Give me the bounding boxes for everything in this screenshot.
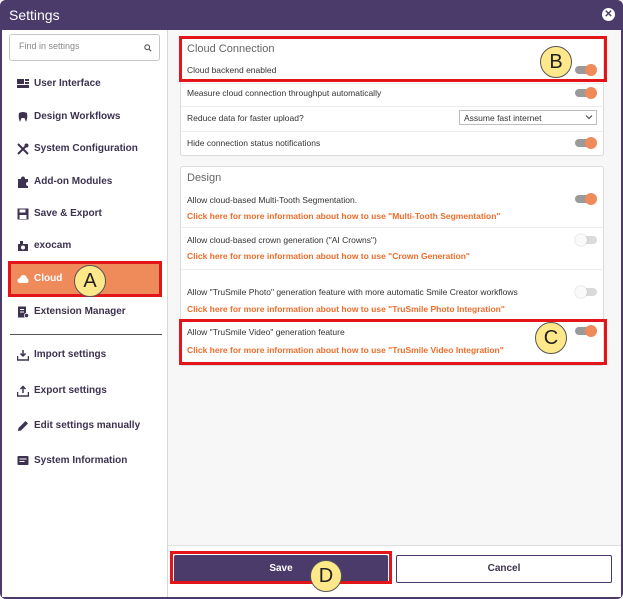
sidebar-item-label: Save & Export	[34, 208, 102, 219]
crown-generation-info-link[interactable]: Click here for more information about ho…	[187, 251, 470, 261]
search-input[interactable]	[19, 41, 139, 51]
sidebar-item-label: Add-on Modules	[34, 176, 113, 187]
measure-throughput-toggle[interactable]	[575, 87, 597, 99]
row-divider	[181, 131, 605, 132]
title-bar: Settings ✕	[0, 0, 623, 30]
row-divider	[181, 269, 605, 270]
tools-icon	[17, 143, 29, 155]
callout-badge-d: D	[310, 560, 342, 592]
info-icon	[17, 456, 29, 465]
dashboard-icon	[17, 79, 29, 88]
settings-content: User Interface Design Workflows System C…	[2, 30, 621, 597]
settings-panel: Cloud Connection Cloud backend enabled M…	[168, 30, 621, 597]
reduce-data-select[interactable]: Assume fast internet	[459, 110, 597, 125]
select-value: Assume fast internet	[464, 113, 542, 123]
settings-window: Settings ✕ User Interface Design Workflo…	[0, 0, 623, 599]
sidebar-item-label: System Configuration	[34, 143, 138, 154]
chevron-down-icon	[585, 115, 593, 120]
pencil-icon	[18, 421, 28, 431]
sidebar-item-add-on-modules[interactable]: Add-on Modules	[10, 167, 162, 197]
highlight-save-button	[170, 551, 392, 584]
sidebar: User Interface Design Workflows System C…	[2, 30, 168, 597]
multi-tooth-toggle[interactable]	[575, 193, 597, 205]
action-label: Import settings	[34, 349, 107, 360]
window-title: Settings	[9, 7, 60, 23]
row-divider	[181, 227, 605, 228]
setting-label: Allow cloud-based Multi-Tooth Segmentati…	[187, 195, 358, 205]
search-box[interactable]	[9, 34, 160, 61]
sidebar-divider	[10, 334, 162, 335]
callout-badge-a: A	[74, 265, 106, 297]
sidebar-item-user-interface[interactable]: User Interface	[10, 69, 162, 99]
sidebar-item-label: User Interface	[34, 78, 101, 89]
sidebar-item-extension-manager[interactable]: Extension Manager	[10, 297, 162, 327]
action-label: Export settings	[34, 385, 107, 396]
section-title: Design	[187, 172, 222, 184]
setting-label: Allow "TruSmile Photo" generation featur…	[187, 287, 518, 297]
import-settings-button[interactable]: Import settings	[10, 340, 162, 370]
trusmile-photo-toggle[interactable]	[575, 286, 597, 298]
sidebar-item-label: Extension Manager	[34, 306, 126, 317]
sidebar-item-design-workflows[interactable]: Design Workflows	[10, 102, 162, 132]
search-icon	[144, 44, 152, 52]
tooth-icon	[18, 112, 28, 122]
edit-settings-manually-button[interactable]: Edit settings manually	[10, 411, 162, 441]
setting-label: Hide connection status notifications	[187, 138, 321, 148]
action-label: Edit settings manually	[34, 420, 141, 431]
sidebar-item-save-export[interactable]: Save & Export	[10, 199, 162, 229]
row-divider	[181, 83, 605, 84]
setting-label: Measure cloud connection throughput auto…	[187, 88, 382, 98]
multi-tooth-info-link[interactable]: Click here for more information about ho…	[187, 211, 500, 221]
camera-icon	[18, 241, 28, 251]
export-settings-button[interactable]: Export settings	[10, 376, 162, 406]
import-icon	[17, 350, 29, 361]
puzzle-icon	[18, 176, 28, 188]
system-information-button[interactable]: System Information	[10, 446, 162, 476]
cancel-button[interactable]: Cancel	[396, 555, 612, 583]
extension-icon	[18, 306, 29, 318]
setting-label: Reduce data for faster upload?	[187, 113, 304, 123]
sidebar-item-label: Design Workflows	[34, 111, 121, 122]
export-icon	[17, 385, 29, 397]
sidebar-item-system-configuration[interactable]: System Configuration	[10, 134, 162, 164]
setting-label: Allow cloud-based crown generation ("AI …	[187, 235, 377, 245]
close-icon[interactable]: ✕	[602, 8, 615, 21]
sidebar-item-exocam[interactable]: exocam	[10, 231, 162, 261]
sidebar-item-label: exocam	[34, 240, 72, 251]
floppy-icon	[17, 208, 29, 220]
callout-badge-b: B	[540, 46, 572, 78]
trusmile-photo-info-link[interactable]: Click here for more information about ho…	[187, 304, 505, 314]
callout-badge-c: C	[535, 322, 567, 354]
row-divider	[181, 106, 605, 107]
ai-crowns-toggle[interactable]	[575, 234, 597, 246]
action-label: System Information	[34, 455, 128, 466]
hide-notifications-toggle[interactable]	[575, 137, 597, 149]
